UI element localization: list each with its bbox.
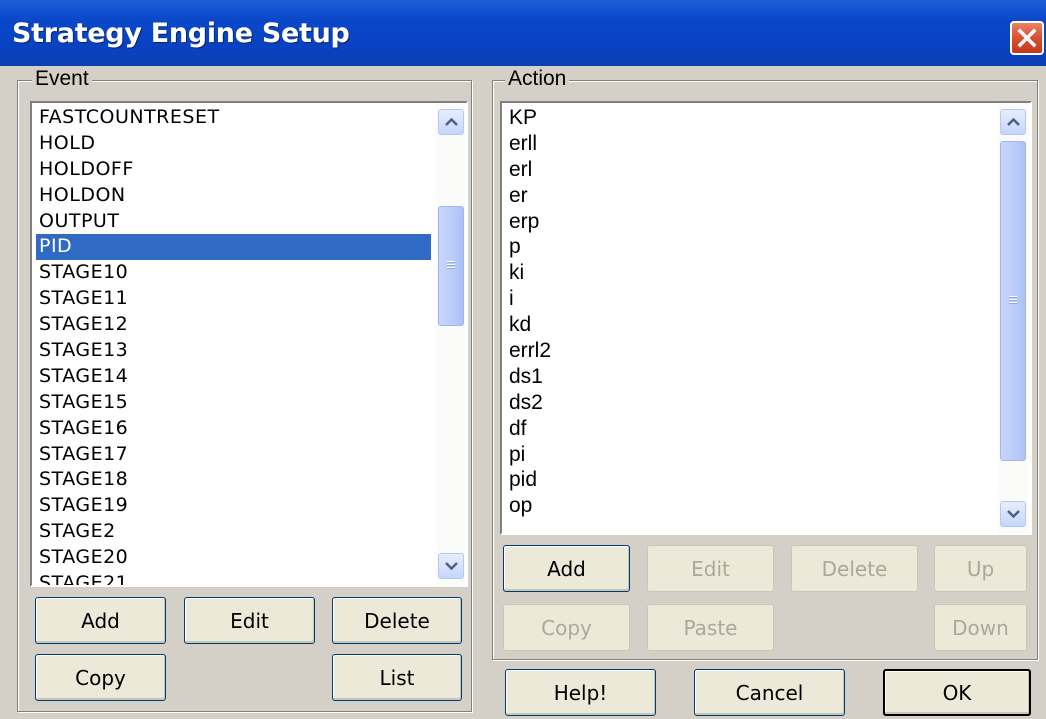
list-item[interactable]: FASTCOUNTRESET xyxy=(36,105,431,131)
list-item[interactable]: STAGE16 xyxy=(36,416,431,442)
list-item[interactable]: df xyxy=(506,416,993,442)
action-scroll-down-button[interactable] xyxy=(1000,501,1026,527)
list-item[interactable]: STAGE15 xyxy=(36,390,431,416)
action-list-items: KP erll erl er erp p ki i kd errl2 ds1 ds2 df pi pid op xyxy=(506,105,993,519)
action-delete-button[interactable]: Delete xyxy=(791,545,918,592)
close-icon xyxy=(1017,28,1037,48)
list-item[interactable]: er xyxy=(506,183,993,209)
event-scroll-thumb[interactable] xyxy=(438,206,464,326)
event-delete-button[interactable]: Delete xyxy=(332,597,462,644)
list-item[interactable]: erll xyxy=(506,131,993,157)
cancel-button[interactable]: Cancel xyxy=(694,669,845,716)
list-item[interactable]: STAGE11 xyxy=(36,286,431,312)
strategy-engine-setup-dialog: Strategy Engine Setup Event FASTCOUNTRES… xyxy=(0,0,1046,719)
action-up-button[interactable]: Up xyxy=(934,545,1027,592)
action-scrollbar[interactable] xyxy=(998,103,1028,533)
event-edit-button[interactable]: Edit xyxy=(184,597,315,644)
action-scroll-up-button[interactable] xyxy=(1000,109,1026,135)
list-item[interactable]: STAGE13 xyxy=(36,338,431,364)
event-list-button[interactable]: List xyxy=(332,654,462,701)
chevron-down-icon xyxy=(445,562,458,571)
help-button[interactable]: Help! xyxy=(505,669,656,716)
list-item[interactable]: p xyxy=(506,234,993,260)
action-edit-button[interactable]: Edit xyxy=(647,545,774,592)
event-listbox[interactable]: FASTCOUNTRESET HOLD HOLDOFF HOLDON OUTPUT PID… xyxy=(30,101,468,587)
action-scroll-thumb[interactable] xyxy=(1000,141,1026,461)
title-bar[interactable]: Strategy Engine Setup xyxy=(0,0,1046,66)
event-scroll-up-button[interactable] xyxy=(438,109,464,135)
list-item[interactable]: errl2 xyxy=(506,338,993,364)
action-group-label: Action xyxy=(505,67,570,91)
list-item[interactable]: STAGE17 xyxy=(36,442,431,468)
action-down-button[interactable]: Down xyxy=(934,604,1027,651)
event-scrollbar[interactable] xyxy=(436,103,466,585)
list-item[interactable]: PID xyxy=(36,234,431,261)
list-item[interactable]: STAGE18 xyxy=(36,467,431,493)
ok-button[interactable]: OK xyxy=(883,669,1031,716)
list-item[interactable]: ds2 xyxy=(506,390,993,416)
list-item[interactable]: HOLDOFF xyxy=(36,157,431,183)
list-item[interactable]: STAGE21 xyxy=(36,571,431,585)
close-button[interactable] xyxy=(1010,21,1044,55)
event-list-items: FASTCOUNTRESET HOLD HOLDOFF HOLDON OUTPUT PID… xyxy=(36,105,431,585)
list-item[interactable]: STAGE20 xyxy=(36,545,431,571)
list-item[interactable]: STAGE19 xyxy=(36,493,431,519)
list-item[interactable]: HOLDON xyxy=(36,183,431,209)
action-paste-button[interactable]: Paste xyxy=(647,604,774,651)
action-listbox[interactable]: KP erll erl er erp p ki i kd errl2 ds1 ds2 df pi pid op xyxy=(500,101,1032,535)
list-item[interactable]: OUTPUT xyxy=(36,209,431,235)
list-item[interactable]: erl xyxy=(506,157,993,183)
list-item[interactable]: pi xyxy=(506,442,993,468)
list-item[interactable]: ki xyxy=(506,260,993,286)
event-group-label: Event xyxy=(32,67,92,91)
list-item[interactable]: erp xyxy=(506,209,993,235)
list-item[interactable]: i xyxy=(506,286,993,312)
action-add-button[interactable]: Add xyxy=(503,545,630,592)
list-item[interactable]: op xyxy=(506,493,993,519)
chevron-up-icon xyxy=(1007,117,1020,126)
event-copy-button[interactable]: Copy xyxy=(35,654,166,701)
event-scroll-down-button[interactable] xyxy=(438,553,464,579)
list-item[interactable]: STAGE10 xyxy=(36,260,431,286)
chevron-down-icon xyxy=(1007,510,1020,519)
list-item[interactable]: KP xyxy=(506,105,993,131)
list-item[interactable]: pid xyxy=(506,467,993,493)
list-item[interactable]: STAGE2 xyxy=(36,519,431,545)
list-item[interactable]: STAGE14 xyxy=(36,364,431,390)
grip-icon xyxy=(1009,296,1017,304)
list-item[interactable]: STAGE12 xyxy=(36,312,431,338)
window-title: Strategy Engine Setup xyxy=(12,18,350,49)
list-item[interactable]: ds1 xyxy=(506,364,993,390)
list-item[interactable]: kd xyxy=(506,312,993,338)
chevron-up-icon xyxy=(445,117,458,126)
grip-icon xyxy=(447,261,455,269)
list-item[interactable]: HOLD xyxy=(36,131,431,157)
action-copy-button[interactable]: Copy xyxy=(503,604,630,651)
event-add-button[interactable]: Add xyxy=(35,597,166,644)
